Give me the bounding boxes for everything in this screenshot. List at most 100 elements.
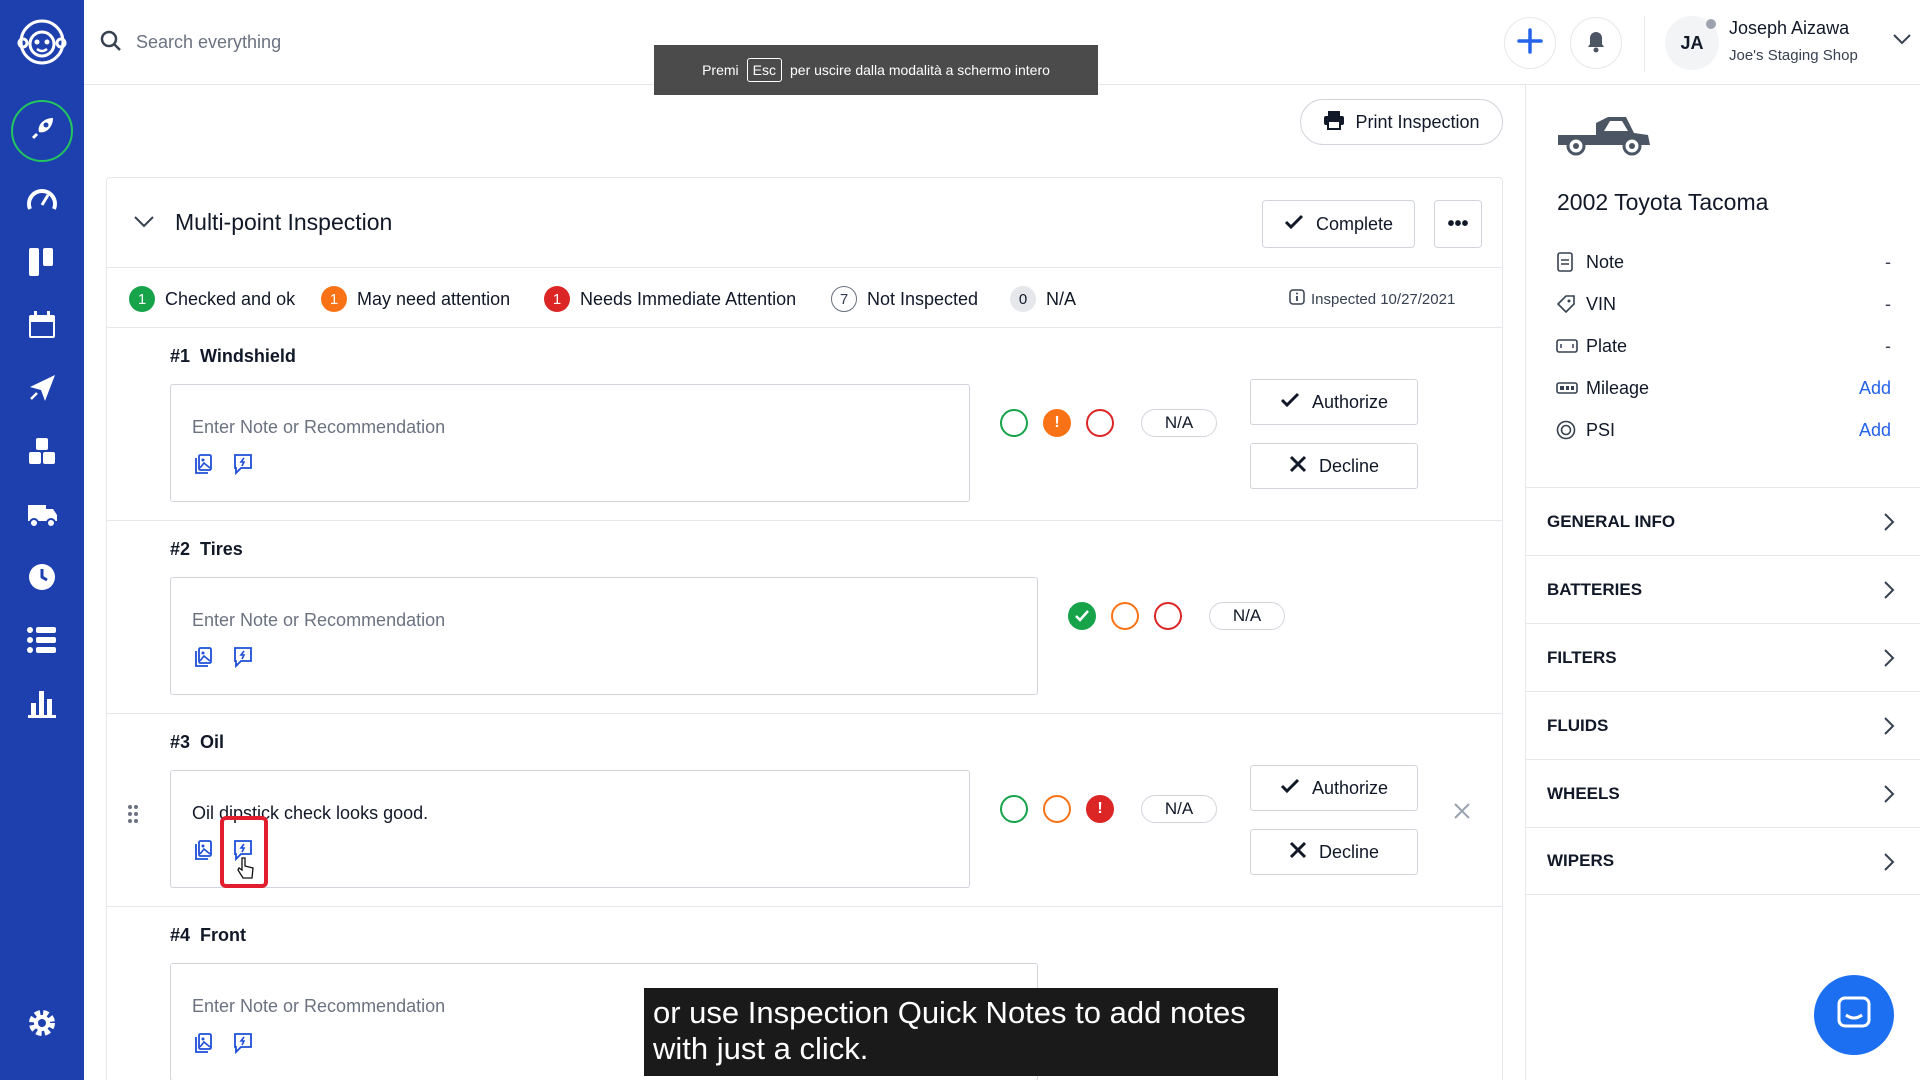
item-name: Windshield (200, 346, 296, 366)
decline-label: Decline (1318, 455, 1380, 476)
search-icon (100, 30, 122, 57)
section-wheels[interactable]: WHEELS (1526, 759, 1920, 827)
item-name: Tires (200, 539, 243, 559)
notifications-button[interactable] (1570, 17, 1622, 69)
authorize-button[interactable]: Authorize (1250, 765, 1418, 811)
vehicle-mileage-row: Mileage Add (1556, 373, 1891, 403)
section-label: WHEELS (1547, 783, 1620, 803)
status-attention-option[interactable]: ! (1043, 409, 1071, 437)
decline-button[interactable]: Decline (1250, 829, 1418, 875)
item-title: #2 Tires (170, 539, 243, 560)
add-button[interactable] (1504, 17, 1556, 69)
section-label: BATTERIES (1547, 579, 1643, 599)
quick-note-icon[interactable] (233, 646, 253, 673)
section-fluids[interactable]: FLUIDS (1526, 691, 1920, 759)
chevron-right-icon (1883, 648, 1895, 673)
vehicle-row-label: Note (1586, 251, 1625, 272)
sidebar-item-settings[interactable] (21, 1004, 63, 1046)
list-icon (26, 626, 58, 659)
search-input[interactable] (136, 24, 536, 60)
inspection-title: Multi-point Inspection (175, 209, 393, 235)
status-immediate-option[interactable] (1086, 409, 1114, 437)
sidebar-item-blocks[interactable] (21, 432, 63, 474)
item-title: #4 Front (170, 925, 246, 946)
na-toggle[interactable]: N/A (1209, 602, 1285, 630)
status-ok-option[interactable] (1068, 602, 1096, 630)
item-number: #3 (170, 732, 191, 752)
sidebar-item-chart[interactable] (21, 684, 63, 726)
legend-count: 7 (831, 286, 857, 312)
sidebar-item-send[interactable] (21, 369, 63, 411)
authorize-label: Authorize (1311, 391, 1389, 412)
legend-count: 1 (321, 286, 347, 312)
chevron-down-icon[interactable] (1892, 32, 1912, 51)
section-filters[interactable]: FILTERS (1526, 623, 1920, 691)
na-toggle[interactable]: N/A (1141, 409, 1217, 437)
status-ok-option[interactable] (1000, 409, 1028, 437)
section-batteries[interactable]: BATTERIES (1526, 555, 1920, 623)
decline-label: Decline (1318, 841, 1380, 862)
logo-icon[interactable] (14, 14, 70, 70)
status-attention-option[interactable] (1043, 795, 1071, 823)
decline-button[interactable]: Decline (1250, 443, 1418, 489)
status-immediate-option[interactable] (1154, 602, 1182, 630)
section-general-info[interactable]: GENERAL INFO (1526, 487, 1920, 555)
item-number: #4 (170, 925, 191, 945)
status-attention-option[interactable] (1111, 602, 1139, 630)
chart-icon (27, 687, 57, 724)
na-toggle[interactable]: N/A (1141, 795, 1217, 823)
sidebar-item-gauge[interactable] (21, 180, 63, 222)
sidebar-item-rocket[interactable] (11, 100, 73, 162)
drag-handle-icon[interactable] (127, 804, 139, 829)
user-name[interactable]: Joseph Aizawa (1729, 18, 1849, 39)
legend-item: 1 May need attention (321, 286, 510, 312)
sidebar-item-board[interactable] (21, 243, 63, 285)
user-shop: Joe's Staging Shop (1729, 47, 1858, 64)
note-field[interactable]: Enter Note or Recommendation (170, 384, 970, 502)
vehicle-row-label: Plate (1586, 335, 1628, 356)
tag-icon (1556, 294, 1586, 314)
sidebar-item-truck[interactable] (21, 495, 63, 537)
status-ok-option[interactable] (1000, 795, 1028, 823)
more-options-button[interactable]: ••• (1434, 200, 1482, 248)
image-upload-icon[interactable] (193, 839, 213, 866)
remove-item-icon[interactable] (1453, 802, 1471, 825)
complete-button[interactable]: Complete (1262, 200, 1415, 248)
inspection-item: #1 Windshield Enter Note or Recommendati… (107, 328, 1502, 521)
truck-icon (26, 499, 58, 534)
vehicle-row-label: VIN (1586, 293, 1617, 314)
chevron-right-icon (1883, 716, 1895, 741)
close-icon (1289, 841, 1307, 864)
inspected-date: Inspected 10/27/2021 (1289, 289, 1455, 309)
note-field[interactable]: Oil dipstick check looks good. (170, 770, 970, 888)
item-name: Front (200, 925, 247, 945)
item-number: #1 (170, 346, 191, 366)
status-selector: ! (1000, 409, 1114, 437)
chat-launcher-button[interactable] (1814, 975, 1894, 1055)
legend-count: 0 (1010, 286, 1036, 312)
check-icon (1284, 214, 1304, 235)
image-upload-icon[interactable] (193, 453, 213, 480)
legend-item: 7 Not Inspected (831, 286, 978, 312)
image-upload-icon[interactable] (193, 1032, 213, 1059)
section-wipers[interactable]: WIPERS (1526, 827, 1920, 895)
item-name: Oil (200, 732, 225, 752)
add-psi-link[interactable]: Add (1859, 420, 1891, 441)
vehicle-row-value: - (1885, 251, 1891, 272)
status-immediate-option[interactable]: ! (1086, 795, 1114, 823)
note-placeholder: Enter Note or Recommendation (192, 610, 446, 630)
note-field[interactable]: Enter Note or Recommendation (170, 577, 1038, 695)
note-tools (193, 453, 253, 480)
quick-note-icon[interactable] (233, 453, 253, 480)
sidebar-item-clock[interactable] (21, 558, 63, 600)
chevron-down-icon[interactable] (133, 214, 155, 233)
add-mileage-link[interactable]: Add (1859, 378, 1891, 399)
image-upload-icon[interactable] (193, 646, 213, 673)
item-title: #3 Oil (170, 732, 224, 753)
rocket-icon (27, 114, 57, 149)
sidebar-item-list[interactable] (21, 621, 63, 663)
print-inspection-button[interactable]: Print Inspection (1300, 99, 1503, 145)
sidebar-item-calendar[interactable] (21, 306, 63, 348)
authorize-button[interactable]: Authorize (1250, 379, 1418, 425)
quick-note-icon[interactable] (233, 1032, 253, 1059)
